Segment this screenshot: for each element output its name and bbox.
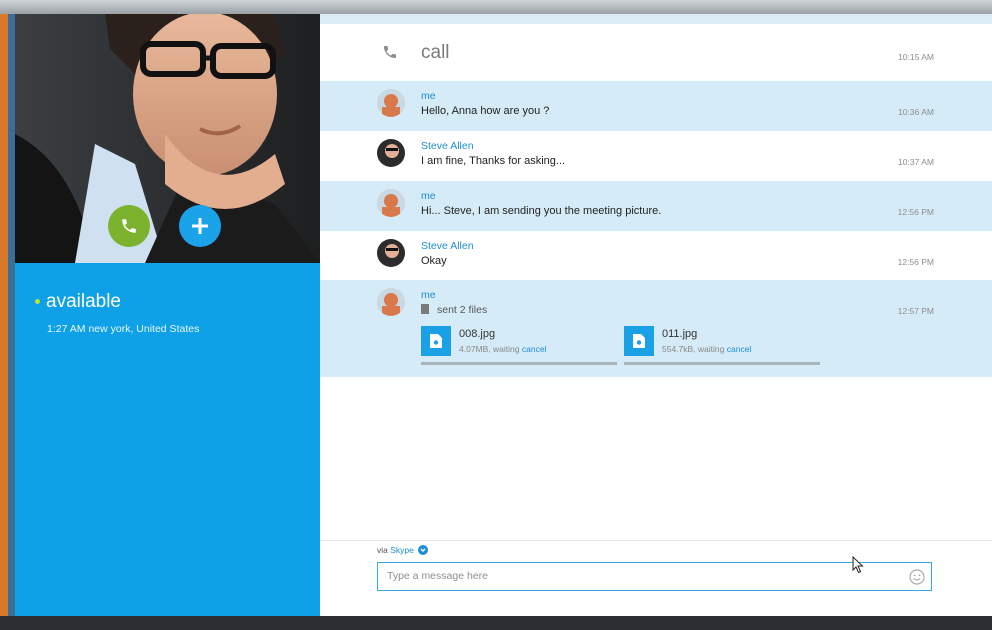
message-input-box[interactable] bbox=[377, 562, 932, 591]
via-selector[interactable]: via Skype bbox=[377, 545, 429, 555]
contact-photo bbox=[15, 14, 320, 263]
file-card[interactable]: 008.jpg 4.07MB, waiting cancel bbox=[421, 326, 617, 366]
avatar-me bbox=[377, 189, 405, 217]
file-size-status: 4.07MB, waiting bbox=[459, 344, 520, 354]
background-desktop-edge bbox=[0, 14, 15, 630]
call-button[interactable] bbox=[108, 205, 150, 247]
message-sender: me bbox=[421, 90, 436, 102]
file-meta: 554.7kB, waiting cancel bbox=[662, 344, 751, 354]
file-progress-bar bbox=[624, 362, 820, 365]
message-time: 12:56 PM bbox=[897, 257, 934, 267]
contact-panel: available 1:27 AM new york, United State… bbox=[15, 14, 320, 616]
file-progress-bar bbox=[421, 362, 617, 365]
mouse-cursor-icon bbox=[852, 556, 864, 574]
file-image-icon bbox=[421, 326, 451, 356]
contact-location: 1:27 AM new york, United States bbox=[47, 323, 200, 335]
via-label: via bbox=[377, 545, 388, 555]
status-label: available bbox=[46, 291, 121, 312]
add-button[interactable] bbox=[179, 205, 221, 247]
status-dot-icon bbox=[35, 299, 40, 305]
file-size-status: 554.7kB, waiting bbox=[662, 344, 725, 354]
chevron-down-icon bbox=[418, 545, 429, 555]
call-event-row: call 10:15 AM bbox=[320, 36, 992, 72]
message-sender: Steve Allen bbox=[421, 240, 474, 252]
message-row: me Hi... Steve, I am sending you the mee… bbox=[320, 181, 992, 231]
message-time: 10:36 AM bbox=[898, 107, 934, 117]
message-row: Steve Allen I am fine, Thanks for asking… bbox=[320, 131, 992, 181]
message-time: 12:57 PM bbox=[897, 306, 934, 316]
message-text: Okay bbox=[421, 255, 447, 267]
message-text: Hi... Steve, I am sending you the meetin… bbox=[421, 205, 662, 217]
document-icon bbox=[421, 304, 429, 314]
message-text: Hello, Anna how are you ? bbox=[421, 105, 550, 117]
smiley-icon[interactable] bbox=[909, 569, 925, 585]
composer-divider bbox=[320, 540, 992, 541]
message-row: me Hello, Anna how are you ? 10:36 AM bbox=[320, 81, 992, 131]
file-image-icon bbox=[624, 326, 654, 356]
file-name: 008.jpg bbox=[459, 328, 496, 340]
conversation-panel: call 10:15 AM me Hello, Anna how are you… bbox=[320, 14, 992, 616]
message-sender: me bbox=[421, 190, 436, 202]
message-text: I am fine, Thanks for asking... bbox=[421, 155, 566, 167]
file-name: 011.jpg bbox=[662, 328, 698, 340]
monitor-bezel-bottom bbox=[0, 616, 992, 630]
via-service: Skype bbox=[390, 545, 414, 555]
avatar-me bbox=[377, 288, 405, 316]
cancel-link[interactable]: cancel bbox=[727, 344, 752, 354]
call-event-time: 10:15 AM bbox=[898, 52, 934, 62]
skype-window: available 1:27 AM new york, United State… bbox=[15, 14, 992, 616]
add-icon bbox=[192, 218, 208, 234]
cancel-link[interactable]: cancel bbox=[522, 344, 547, 354]
message-row: Steve Allen Okay 12:56 PM bbox=[320, 231, 992, 281]
files-summary-text: sent 2 files bbox=[437, 304, 488, 316]
avatar-steve-allen bbox=[377, 239, 405, 267]
message-input[interactable] bbox=[387, 570, 887, 582]
avatar-steve-allen bbox=[377, 139, 405, 167]
avatar-me bbox=[377, 89, 405, 117]
message-sender: Steve Allen bbox=[421, 140, 474, 152]
presence-status: available bbox=[35, 291, 121, 313]
message-time: 12:56 PM bbox=[897, 207, 934, 217]
phone-icon bbox=[384, 46, 396, 58]
message-sender: me bbox=[421, 289, 436, 301]
files-summary: sent 2 files bbox=[421, 304, 487, 316]
call-event-title: call bbox=[421, 42, 450, 63]
monitor-bezel-top bbox=[0, 0, 992, 14]
file-meta: 4.07MB, waiting cancel bbox=[459, 344, 546, 354]
message-time: 10:37 AM bbox=[898, 157, 934, 167]
file-card[interactable]: 011.jpg 554.7kB, waiting cancel bbox=[624, 326, 820, 366]
phone-icon bbox=[122, 219, 136, 233]
top-strip bbox=[320, 14, 992, 24]
file-transfer-row: me 12:57 PM sent 2 files 008.jpg 4.07MB,… bbox=[320, 280, 992, 377]
